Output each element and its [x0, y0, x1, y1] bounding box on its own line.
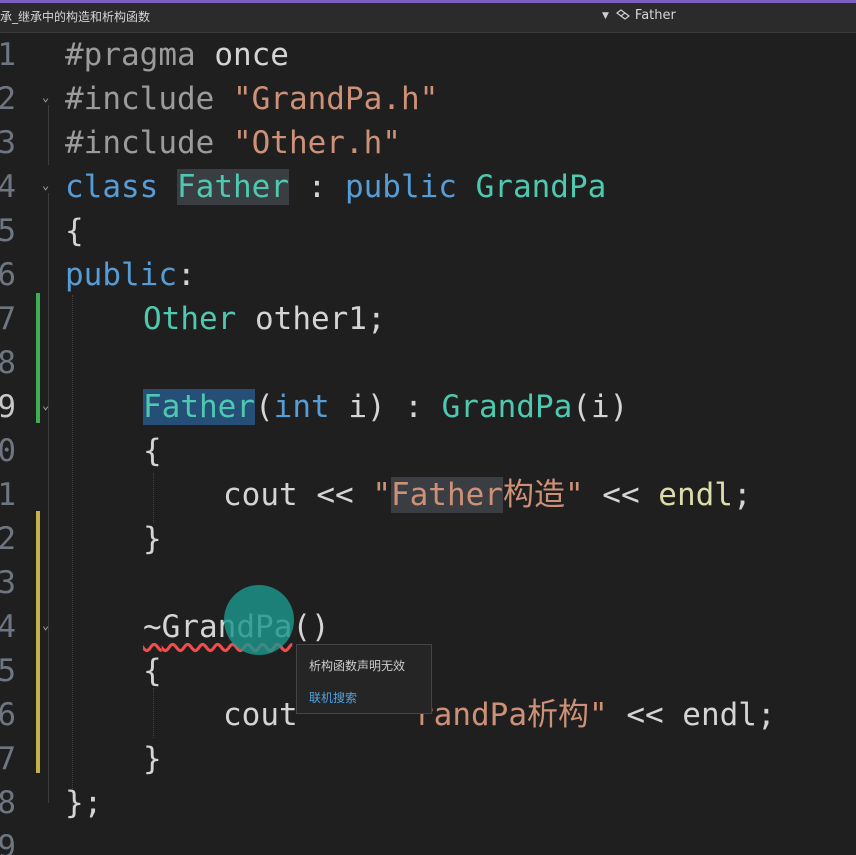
- fold-chevron-icon[interactable]: ⌄: [42, 618, 49, 632]
- member-navigation-dropdown[interactable]: ▼ Father: [602, 8, 676, 23]
- line-number: 5: [0, 653, 16, 689]
- search-online-link[interactable]: 联机搜索: [309, 689, 357, 706]
- code-text: Other other1;: [143, 301, 386, 337]
- code-text: {: [143, 653, 162, 689]
- line-number: 8: [0, 785, 16, 821]
- code-line[interactable]: 8 };: [0, 781, 856, 825]
- code-line[interactable]: 7 Other other1;: [0, 297, 856, 341]
- line-number: 1: [0, 477, 16, 513]
- code-editor[interactable]: 1 #pragma once 2 ⌄ #include "GrandPa.h" …: [0, 33, 856, 855]
- line-number: 4: [0, 609, 16, 645]
- line-number: 9: [0, 829, 16, 855]
- error-message: 析构函数声明无效: [309, 659, 406, 673]
- code-line[interactable]: 3: [0, 561, 856, 605]
- symbol-reference-highlight: Father: [390, 477, 503, 513]
- line-number: 5: [0, 213, 16, 249]
- code-line[interactable]: 8: [0, 341, 856, 385]
- code-text: {: [65, 213, 84, 249]
- code-line[interactable]: 2 }: [0, 517, 856, 561]
- line-number: 3: [0, 125, 16, 161]
- selected-text: Father: [143, 389, 255, 425]
- mouse-cursor-highlight: [224, 585, 294, 655]
- file-tab-title[interactable]: 承_继承中的构造和析构函数: [0, 8, 150, 25]
- error-quick-info-popup: 析构函数声明无效 联机搜索: [296, 644, 432, 714]
- line-number: 6: [0, 697, 16, 733]
- line-number: 2: [0, 521, 16, 557]
- code-text: };: [65, 785, 103, 821]
- code-line[interactable]: 7 }: [0, 737, 856, 781]
- fold-chevron-icon[interactable]: ⌄: [42, 178, 49, 192]
- line-number: 9: [0, 389, 16, 425]
- fold-chevron-icon[interactable]: ⌄: [42, 90, 49, 104]
- code-line[interactable]: 2 ⌄ #include "GrandPa.h": [0, 77, 856, 121]
- code-text: #include "GrandPa.h": [65, 81, 439, 117]
- code-line[interactable]: 9: [0, 825, 856, 855]
- code-text: Father(int i) : GrandPa(i): [143, 389, 629, 425]
- code-text: public:: [65, 257, 196, 293]
- document-navigation-bar: 承_继承中的构造和析构函数 ▼ Father: [0, 0, 856, 33]
- code-line[interactable]: 5 {: [0, 209, 856, 253]
- code-text: cout: [223, 697, 298, 733]
- line-number: 0: [0, 433, 16, 469]
- error-squiggle: ~: [143, 609, 162, 645]
- code-line[interactable]: 0 {: [0, 429, 856, 473]
- line-number: 1: [0, 37, 16, 73]
- code-text: }: [143, 521, 162, 557]
- class-icon: [615, 8, 630, 20]
- code-line[interactable]: 6 public:: [0, 253, 856, 297]
- line-number: 4: [0, 169, 16, 205]
- chevron-down-icon: ▼: [602, 10, 609, 21]
- code-line[interactable]: 1 #pragma once: [0, 33, 856, 77]
- symbol-reference-highlight: Father: [177, 169, 289, 205]
- code-text: cout << "Father构造" << endl;: [223, 477, 752, 513]
- code-line[interactable]: 4 ⌄ class Father : public GrandPa: [0, 165, 856, 209]
- code-line[interactable]: 4 ⌄ ~GrandPa(): [0, 605, 856, 649]
- member-navigation-label: Father: [634, 8, 676, 23]
- code-line[interactable]: 3 #include "Other.h": [0, 121, 856, 165]
- line-number: 3: [0, 565, 16, 601]
- line-number: 8: [0, 345, 16, 381]
- window-accent-strip: [0, 0, 856, 3]
- code-text: }: [143, 741, 162, 777]
- line-number: 7: [0, 741, 16, 777]
- code-line[interactable]: 9 ⌄ Father(int i) : GrandPa(i): [0, 385, 856, 429]
- line-number: 6: [0, 257, 16, 293]
- fold-chevron-icon[interactable]: ⌄: [42, 398, 49, 412]
- line-number: 2: [0, 81, 16, 117]
- code-text: randPa析构" << endl;: [415, 697, 776, 733]
- code-text: #include "Other.h": [65, 125, 401, 161]
- code-line[interactable]: 1 cout << "Father构造" << endl;: [0, 473, 856, 517]
- code-text: {: [143, 433, 162, 469]
- line-number: 7: [0, 301, 16, 337]
- code-text: class Father : public GrandPa: [65, 169, 607, 205]
- code-text: #pragma once: [65, 37, 289, 73]
